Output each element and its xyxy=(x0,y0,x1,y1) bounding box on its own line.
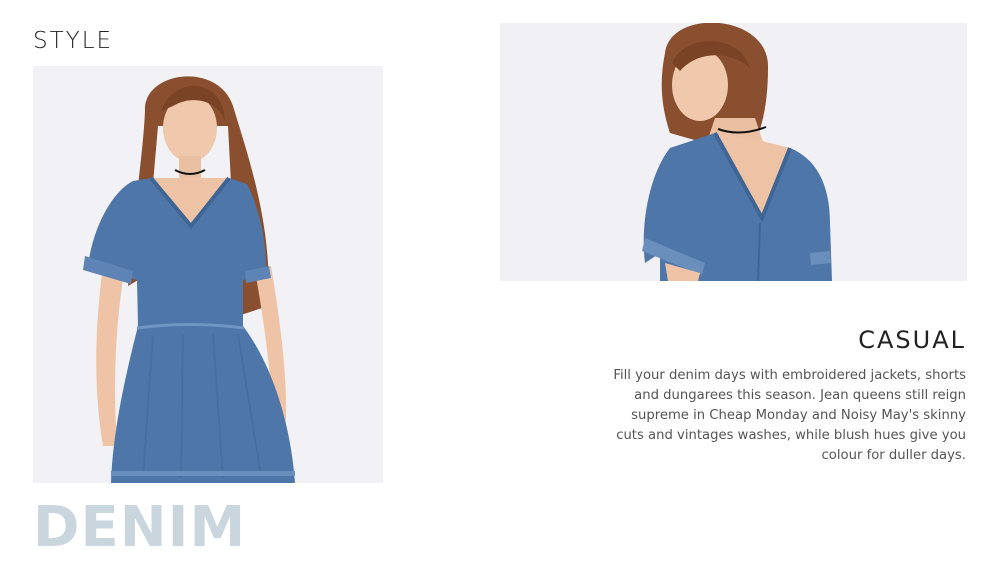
model-back-photo xyxy=(500,23,967,281)
description-text: Fill your denim days with embroidered ja… xyxy=(613,368,966,463)
model-back-illustration xyxy=(500,23,967,281)
model-front-illustration xyxy=(33,66,383,483)
casual-heading: CASUAL xyxy=(858,326,966,354)
denim-title: DENIM xyxy=(33,495,247,560)
page: STYLE CASUAL Fill your denim days with e… xyxy=(0,0,1000,588)
model-front-photo xyxy=(33,66,383,483)
style-heading: STYLE xyxy=(33,28,114,54)
